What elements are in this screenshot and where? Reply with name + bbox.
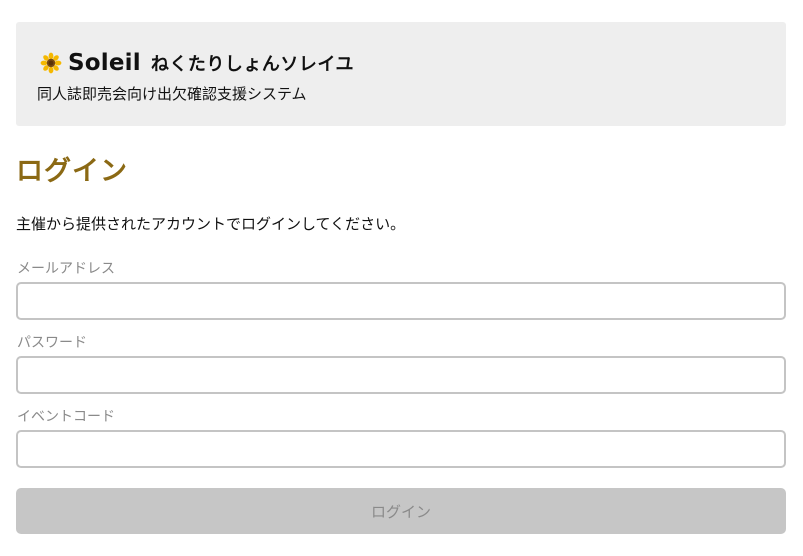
brand-kana: ねくたりしょんソレイユ bbox=[150, 54, 354, 75]
header-banner: Soleil ねくたりしょんソレイユ 同人誌即売会向け出欠確認支援システム bbox=[16, 22, 786, 126]
event-code-input[interactable] bbox=[16, 430, 786, 468]
email-input[interactable] bbox=[16, 282, 786, 320]
email-label: メールアドレス bbox=[17, 261, 115, 277]
login-button[interactable]: ログイン bbox=[16, 488, 786, 534]
brand-name: Soleil bbox=[68, 50, 141, 76]
page-title: ログイン bbox=[16, 156, 128, 187]
password-label: パスワード bbox=[17, 335, 87, 351]
login-instruction: 主催から提供されたアカウントでログインしてください。 bbox=[16, 215, 406, 233]
event-code-label: イベントコード bbox=[17, 409, 115, 425]
brand-line: Soleil ねくたりしょんソレイユ bbox=[40, 48, 354, 78]
sunflower-icon bbox=[40, 52, 62, 74]
brand-tagline: 同人誌即売会向け出欠確認支援システム bbox=[37, 85, 307, 103]
password-input[interactable] bbox=[16, 356, 786, 394]
